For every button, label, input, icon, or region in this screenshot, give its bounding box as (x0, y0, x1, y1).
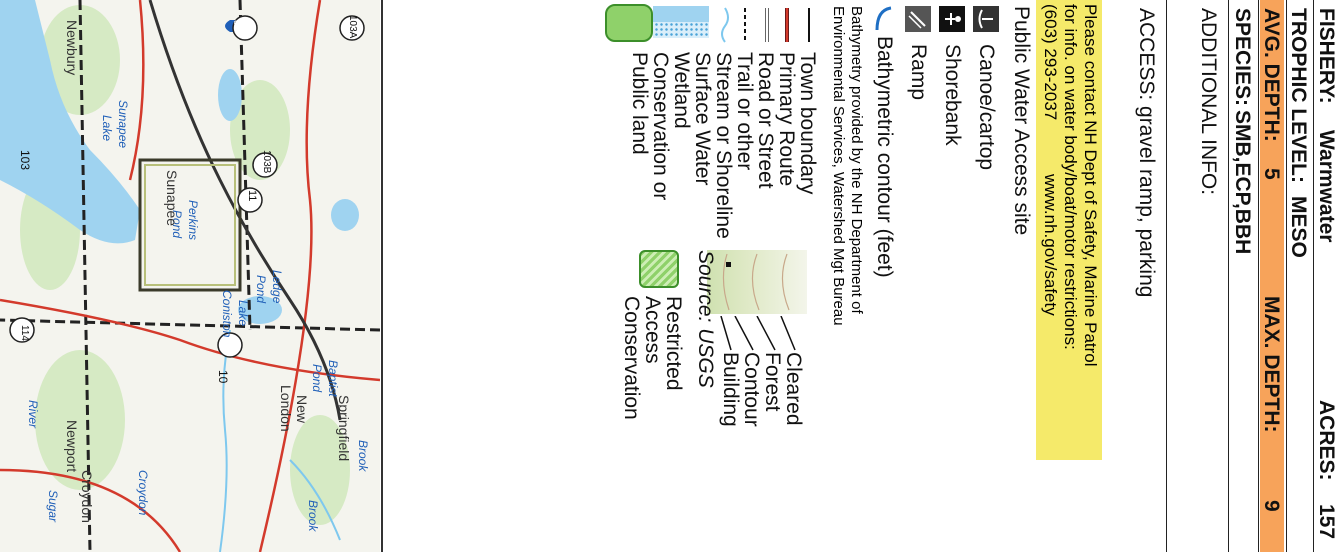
legend-bathy: Bathymetric contour (feet) (873, 36, 896, 278)
map-label-london: London (278, 385, 294, 432)
legend-contour: Contour (740, 352, 763, 427)
trophic-label: TROPHIC LEVEL: (1287, 8, 1310, 184)
legend-trail: Trail or other (733, 52, 756, 171)
avg-depth-value: 5 (1260, 168, 1283, 180)
legend-restricted1: Restricted (662, 296, 685, 391)
map-label-perkins: Perkins (186, 200, 200, 241)
bathy-note-line1: Bathymetry provided by the NH Department… (848, 6, 865, 314)
bathy-contour-icon (868, 6, 895, 32)
map-label-rt11: 11 (246, 190, 258, 202)
map-label-brook1: Brook (306, 500, 320, 532)
map-label-rt103b: 103B (261, 150, 272, 174)
species-row: SPECIES: SMB,ECP,BBH (1228, 0, 1258, 552)
map-label-rt89: 89 (231, 20, 242, 32)
legend-restricted2: Access (641, 296, 664, 364)
legend-surface: Surface Water (691, 52, 714, 186)
legend-restricted3: Conservation (620, 296, 643, 420)
safety-line2: for info. on water body/boat/motor restr… (1061, 4, 1080, 350)
legend-building: Building (719, 352, 742, 427)
fishery-label: FISHERY: (1315, 8, 1338, 104)
ramp-icon (905, 6, 931, 32)
legend-conservation2: Public land (628, 52, 651, 155)
map-label-rt114: 114 (19, 325, 30, 341)
fishery-value: Warmwater (1315, 130, 1338, 243)
legend-cleared: Cleared (782, 352, 805, 426)
locator-map: Brook Croydon Croydon Brook Sugar River … (0, 0, 380, 552)
conservation-swatch (605, 4, 653, 42)
legend-canoe: Canoe/cartop (975, 44, 998, 171)
map-label-sunapee-lake2: Lake (100, 115, 114, 142)
map-label-croydon1: Croydon (79, 470, 95, 523)
access-text: ACCESS: gravel ramp, parking (1135, 8, 1158, 298)
legend-forest: Forest (761, 352, 784, 412)
safety-line1: Please contact NH Dept of Safety, Marine… (1081, 4, 1100, 367)
map-label-sunapee: Sunapee (164, 170, 180, 227)
canoe-icon (973, 6, 999, 32)
additional-label: ADDITIONAL INFO: (1197, 8, 1220, 196)
legend-road: Road or Street (754, 52, 777, 189)
species-value: SMB,ECP,BBH (1231, 110, 1254, 255)
map-divider (381, 0, 383, 552)
safety-web: www.nh.gov/safety (1041, 174, 1060, 316)
bathy-note-line2: Environmental Services, Watershed Mgt Bu… (830, 6, 847, 326)
access-row: ACCESS: gravel ramp, parking (1106, 0, 1166, 552)
map-label-lake-coniston2: Coniston (220, 290, 234, 338)
additional-row: ADDITIONAL INFO: (1166, 0, 1228, 552)
max-depth-value: 9 (1260, 500, 1283, 512)
acres-label: ACRES: (1315, 400, 1338, 481)
legend-shorebank: Shorebank (941, 44, 964, 146)
legend-primary: Primary Route (775, 52, 798, 187)
map-label-baptist: Baptist (326, 360, 340, 397)
avg-depth-label: AVG. DEPTH: (1260, 8, 1283, 142)
depth-row: AVG. DEPTH: 5 MAX. DEPTH: 9 (1258, 0, 1286, 552)
map-label-new: New (294, 395, 310, 424)
legend-wetland: Wetland (670, 52, 693, 129)
legend-ramp: Ramp (907, 44, 930, 101)
document-canvas: FISHERY: Warmwater ACRES: 157 TROPHIC LE… (0, 0, 1341, 552)
map-label-croydon2: Croydon (136, 470, 150, 516)
map-label-newport: Newport (64, 420, 80, 473)
acres-value: 157 (1315, 504, 1338, 540)
map-label-sugar: Sugar (46, 490, 60, 523)
legend-conservation1: Conservation or (649, 52, 672, 201)
trophic-value: MESO (1287, 196, 1310, 258)
map-label-ledge: Ledge (270, 270, 284, 304)
map-label-river: River (26, 400, 40, 429)
fishery-row: FISHERY: Warmwater ACRES: 157 (1313, 0, 1341, 552)
map-label-springfield: Springfield (336, 395, 352, 462)
map-label-baptist-pond: Pond (310, 364, 324, 393)
safety-phone: (603) 293-2037 (1041, 4, 1060, 121)
map-label-rt10: 10 (216, 370, 230, 384)
rotated-page: FISHERY: Warmwater ACRES: 157 TROPHIC LE… (0, 0, 1341, 552)
shorebank-icon (939, 6, 965, 32)
map-label-ledge-pond: Pond (254, 275, 268, 304)
map-label-sunapee-lake1: Sunapee (116, 100, 130, 149)
legend-town: Town boundary (796, 52, 819, 195)
map-label-brook2: Brook (356, 440, 370, 472)
trophic-row: TROPHIC LEVEL: MESO (1286, 0, 1313, 552)
usgs-sample-swatch (707, 250, 807, 314)
map-label-rt103a: 103A (347, 15, 358, 39)
map-label-rt103: 103 (18, 150, 32, 171)
max-depth-label: MAX. DEPTH: (1260, 296, 1283, 433)
map-label-newbury: Newbury (64, 20, 80, 76)
legend-source: Source: USGS (694, 250, 717, 388)
safety-note: Please contact NH Dept of Safety, Marine… (1036, 0, 1102, 460)
map-label-lake-coniston1: Lake (236, 300, 250, 327)
species-label: SPECIES: (1231, 8, 1254, 107)
legend-title: Public Water Access site (1010, 6, 1033, 236)
restricted-swatch (639, 250, 679, 288)
legend-stream: Stream or Shoreline (712, 52, 735, 239)
